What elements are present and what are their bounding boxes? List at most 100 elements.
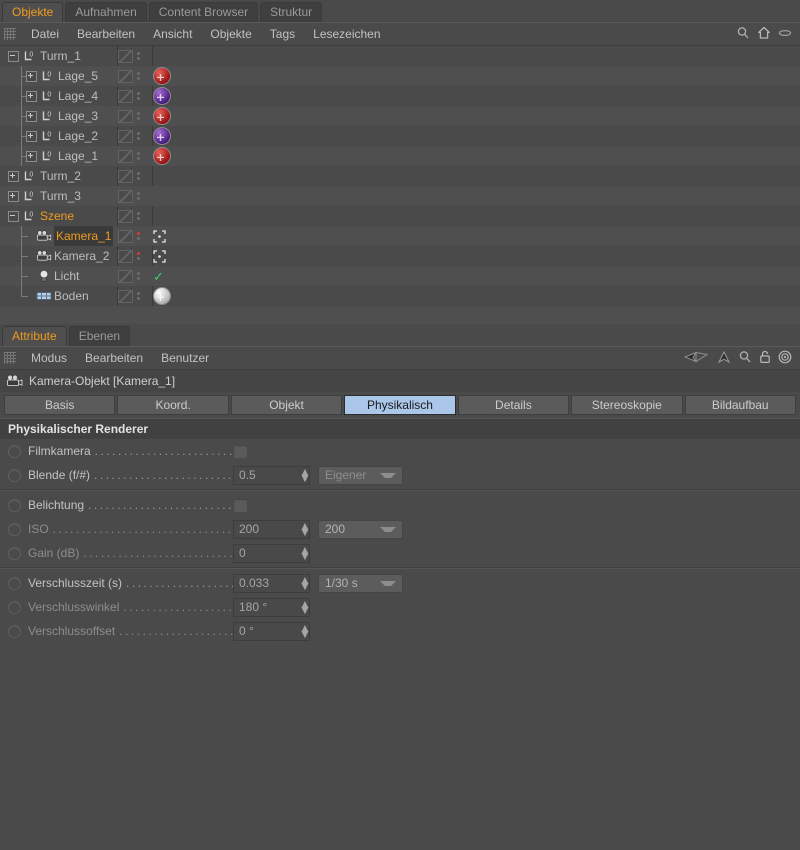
tree-row[interactable]: Kamera_2 bbox=[0, 246, 800, 266]
lock-icon[interactable] bbox=[759, 350, 771, 367]
menu-bearbeiten[interactable]: Bearbeiten bbox=[68, 23, 144, 45]
tree-row[interactable]: 0 Lage_3 bbox=[0, 106, 800, 126]
tree-item-label[interactable]: Turm_3 bbox=[40, 186, 81, 206]
row-dots-icon[interactable] bbox=[137, 149, 140, 163]
tree-row[interactable]: 0 Turm_3 bbox=[0, 186, 800, 206]
material-tag-icon[interactable] bbox=[153, 107, 171, 125]
expander-expand-icon[interactable] bbox=[8, 171, 19, 182]
eye-icon[interactable] bbox=[778, 27, 792, 41]
expander-expand-icon[interactable] bbox=[26, 91, 37, 102]
tree-item-label[interactable]: Turm_2 bbox=[40, 166, 81, 186]
parameter-number-field[interactable]: 180 ° ▲ ▼ bbox=[233, 597, 311, 617]
layer-color-swatch[interactable] bbox=[118, 249, 133, 263]
tree-row[interactable]: 0 Turm_1 bbox=[0, 46, 800, 66]
menu-ansicht[interactable]: Ansicht bbox=[144, 23, 201, 45]
animation-keyframe-dot[interactable] bbox=[8, 468, 21, 482]
panel-grip-icon[interactable] bbox=[4, 28, 16, 40]
subtab-objekt[interactable]: Objekt bbox=[230, 395, 343, 415]
up-arrow-icon[interactable] bbox=[717, 350, 731, 367]
tab-content-browser[interactable]: Content Browser bbox=[148, 2, 259, 22]
parameter-number-field[interactable]: 0.5 ▲ ▼ bbox=[233, 465, 311, 485]
tree-row[interactable]: 0 Lage_2 bbox=[0, 126, 800, 146]
spinner-arrows-icon[interactable]: ▲ ▼ bbox=[294, 544, 311, 562]
tab-attribute[interactable]: Attribute bbox=[2, 326, 67, 346]
tree-row[interactable]: 0 Lage_4 bbox=[0, 86, 800, 106]
animation-keyframe-dot[interactable] bbox=[8, 522, 21, 536]
parameter-number-field[interactable]: 0.033 ▲ ▼ bbox=[233, 573, 311, 593]
tab-aufnahmen[interactable]: Aufnahmen bbox=[65, 2, 147, 22]
layer-color-swatch[interactable] bbox=[118, 189, 133, 203]
row-dots-icon[interactable] bbox=[137, 289, 140, 303]
layer-color-swatch[interactable] bbox=[118, 109, 133, 123]
spinner-arrows-icon[interactable]: ▲ ▼ bbox=[294, 622, 311, 640]
animation-keyframe-dot[interactable] bbox=[8, 546, 21, 560]
expander-expand-icon[interactable] bbox=[26, 151, 37, 162]
menu-modus[interactable]: Modus bbox=[22, 347, 76, 369]
object-tree[interactable]: 0 Turm_1 0 Lage_5 0 Lage_4 0 Lage_3 0 Lage_2 0 Lage… bbox=[0, 45, 800, 324]
layer-color-swatch[interactable] bbox=[118, 129, 133, 143]
tab-struktur[interactable]: Struktur bbox=[260, 2, 323, 22]
parameter-number-field[interactable]: 0 ▲ ▼ bbox=[233, 543, 311, 563]
tree-item-label[interactable]: Turm_1 bbox=[40, 46, 81, 66]
tree-item-label[interactable]: Lage_4 bbox=[58, 86, 98, 106]
tree-item-label[interactable]: Szene bbox=[40, 206, 74, 226]
menu-benutzer[interactable]: Benutzer bbox=[152, 347, 218, 369]
material-tag-icon[interactable] bbox=[153, 67, 171, 85]
spinner-arrows-icon[interactable]: ▲ ▼ bbox=[294, 520, 311, 538]
parameter-checkbox[interactable] bbox=[233, 443, 248, 459]
row-dots-icon[interactable] bbox=[137, 109, 140, 123]
spinner-arrows-icon[interactable]: ▲ ▼ bbox=[294, 598, 311, 616]
row-dots-icon[interactable] bbox=[137, 89, 140, 103]
spinner-arrows-icon[interactable]: ▲ ▼ bbox=[294, 466, 311, 484]
search-icon[interactable] bbox=[736, 26, 750, 43]
tree-row[interactable]: Kamera_1 bbox=[0, 226, 800, 246]
parameter-number-field[interactable]: 200 ▲ ▼ bbox=[233, 519, 311, 539]
tree-item-label[interactable]: Lage_1 bbox=[58, 146, 98, 166]
menu-tags[interactable]: Tags bbox=[261, 23, 304, 45]
tree-row[interactable]: 0 Lage_5 bbox=[0, 66, 800, 86]
camera-view-icon[interactable] bbox=[683, 350, 710, 367]
search-icon[interactable] bbox=[738, 350, 752, 367]
tree-item-label[interactable]: Lage_2 bbox=[58, 126, 98, 146]
parameter-number-field[interactable]: 0 ° ▲ ▼ bbox=[233, 621, 311, 641]
target-icon[interactable] bbox=[778, 350, 792, 367]
parameter-dropdown[interactable]: 200 bbox=[318, 519, 403, 539]
tree-item-label[interactable]: Boden bbox=[54, 286, 89, 306]
subtab-basis[interactable]: Basis bbox=[4, 395, 116, 415]
expander-expand-icon[interactable] bbox=[8, 191, 19, 202]
tree-row[interactable]: Licht ✓ bbox=[0, 266, 800, 286]
layer-color-swatch[interactable] bbox=[118, 49, 133, 63]
menu-bearbeiten[interactable]: Bearbeiten bbox=[76, 347, 152, 369]
tab-ebenen[interactable]: Ebenen bbox=[68, 326, 131, 346]
parameter-dropdown[interactable]: Eigener bbox=[318, 465, 403, 485]
row-dots-icon[interactable] bbox=[137, 129, 140, 143]
expander-expand-icon[interactable] bbox=[26, 71, 37, 82]
parameter-dropdown[interactable]: 1/30 s bbox=[318, 573, 403, 593]
layer-color-swatch[interactable] bbox=[118, 89, 133, 103]
layer-color-swatch[interactable] bbox=[118, 289, 133, 303]
subtab-bildaufbau[interactable]: Bildaufbau bbox=[684, 395, 796, 415]
tree-row[interactable]: Boden bbox=[0, 286, 800, 306]
material-tag-icon[interactable] bbox=[153, 147, 171, 165]
layer-color-swatch[interactable] bbox=[118, 269, 133, 283]
tree-item-label[interactable]: Kamera_2 bbox=[54, 246, 109, 266]
row-dots-icon[interactable] bbox=[137, 269, 140, 283]
menu-lesezeichen[interactable]: Lesezeichen bbox=[304, 23, 389, 45]
row-dots-icon[interactable] bbox=[137, 189, 140, 203]
expander-collapse-icon[interactable] bbox=[8, 211, 19, 222]
layer-color-swatch[interactable] bbox=[118, 229, 133, 243]
tree-row[interactable]: 0 Szene bbox=[0, 206, 800, 226]
expander-collapse-icon[interactable] bbox=[8, 51, 19, 62]
tab-objekte[interactable]: Objekte bbox=[2, 2, 64, 22]
spinner-arrows-icon[interactable]: ▲ ▼ bbox=[294, 574, 311, 592]
menu-datei[interactable]: Datei bbox=[22, 23, 68, 45]
layer-color-swatch[interactable] bbox=[118, 149, 133, 163]
target-tag-icon[interactable] bbox=[153, 249, 166, 263]
row-dots-icon[interactable] bbox=[137, 49, 140, 63]
layer-color-swatch[interactable] bbox=[118, 209, 133, 223]
subtab-physikalisch[interactable]: Physikalisch bbox=[344, 395, 456, 415]
tree-row[interactable]: 0 Turm_2 bbox=[0, 166, 800, 186]
expander-expand-icon[interactable] bbox=[26, 131, 37, 142]
menu-objekte[interactable]: Objekte bbox=[201, 23, 260, 45]
row-dots-icon[interactable] bbox=[137, 229, 140, 243]
